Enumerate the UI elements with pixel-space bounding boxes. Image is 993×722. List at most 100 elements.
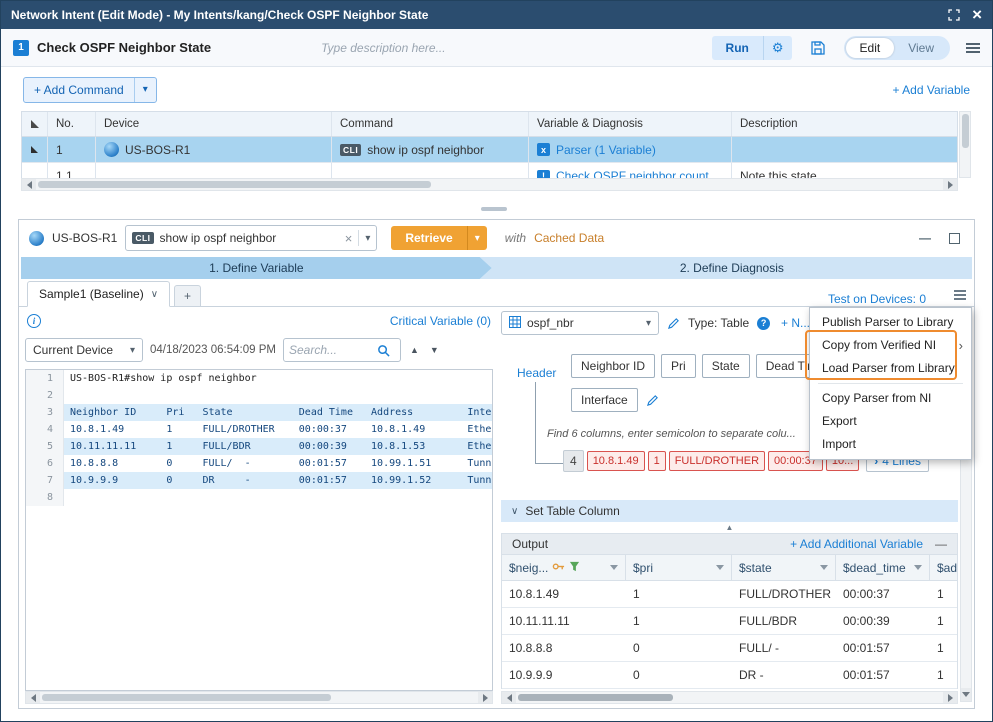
step-define-variable[interactable]: 1. Define Variable — [21, 257, 492, 279]
search-prev-icon[interactable]: ▲ — [408, 343, 421, 357]
scroll-left-icon[interactable] — [502, 692, 516, 703]
column-chevron-icon[interactable] — [820, 565, 828, 570]
keyword-chip[interactable]: Interface — [571, 388, 638, 412]
column-chevron-icon[interactable] — [914, 565, 922, 570]
edit-parser-pencil-icon[interactable] — [667, 317, 680, 330]
retrieve-button[interactable]: Retrieve — [391, 226, 466, 250]
hscroll-thumb[interactable] — [518, 694, 673, 701]
split-handle[interactable] — [481, 207, 507, 211]
output-column-state[interactable]: $state — [732, 555, 836, 580]
column-chevron-icon[interactable] — [610, 565, 618, 570]
matched-value[interactable]: FULL/DROTHER — [669, 451, 765, 471]
menu-item-export[interactable]: Export — [810, 410, 971, 433]
add-command-label: + Add Command — [24, 78, 134, 102]
output-column-pri[interactable]: $pri — [626, 555, 732, 580]
command-row-selected[interactable]: 1 US-BOS-R1 CLI show ip ospf neighbor x … — [22, 136, 957, 162]
command-select[interactable]: CLI show ip ospf neighbor × ▾ — [125, 225, 377, 251]
search-input[interactable] — [289, 343, 377, 357]
output-row[interactable]: 10.8.1.49 1 FULL/DROTHER 00:00:37 1 — [502, 581, 957, 608]
search-next-icon[interactable]: ▼ — [428, 343, 441, 357]
add-command-button[interactable]: + Add Command ▾ — [23, 77, 157, 103]
scroll-right-icon[interactable] — [943, 692, 957, 703]
hscroll-thumb[interactable] — [42, 694, 331, 701]
menu-item-publish-parser-to-library[interactable]: Publish Parser to Library — [810, 311, 971, 334]
column-command[interactable]: Command — [332, 112, 529, 136]
parser-select[interactable]: ospf_nbr ▾ — [501, 311, 659, 335]
command-select-chevron-icon[interactable]: ▾ — [365, 233, 370, 244]
info-icon[interactable]: i — [27, 314, 41, 328]
parser-variable-link[interactable]: Parser (1 Variable) — [556, 143, 656, 157]
column-description[interactable]: Description — [732, 112, 957, 136]
search-icon[interactable] — [377, 344, 390, 357]
clear-command-icon[interactable]: × — [345, 231, 353, 246]
tab-sample1-baseline[interactable]: Sample1 (Baseline) ∨ — [27, 281, 170, 307]
command-table-vscrollbar[interactable] — [959, 111, 971, 178]
more-menu-icon[interactable] — [966, 43, 980, 53]
close-window-icon[interactable]: × — [972, 8, 982, 22]
column-chevron-icon[interactable] — [716, 565, 724, 570]
add-sample-tab-button[interactable]: + — [174, 285, 201, 306]
step-define-diagnosis[interactable]: 2. Define Diagnosis — [480, 257, 972, 279]
device-source-select[interactable]: Current Device ▾ — [25, 338, 143, 362]
keyword-chip[interactable]: State — [702, 354, 750, 378]
add-variable-link[interactable]: + Add Variable — [892, 83, 970, 97]
output-hscrollbar[interactable] — [501, 691, 958, 704]
menu-item-load-parser-from-library[interactable]: Load Parser from Library — [810, 357, 971, 380]
retrieve-chevron-icon[interactable]: ▾ — [467, 226, 487, 250]
keyword-chip[interactable]: Neighbor ID — [571, 354, 655, 378]
menu-item-copy-from-verified-ni[interactable]: Copy from Verified NI › — [810, 334, 971, 357]
save-icon[interactable] — [810, 40, 826, 56]
column-variable-diagnosis[interactable]: Variable & Diagnosis — [529, 112, 732, 136]
scroll-left-icon[interactable] — [22, 179, 36, 190]
tab-menu-icon[interactable] — [954, 290, 966, 300]
row-expander-icon[interactable] — [22, 137, 48, 162]
add-command-chevron-icon[interactable]: ▾ — [134, 78, 156, 102]
set-table-column-section[interactable]: ∨ Set Table Column — [501, 500, 958, 522]
matched-value[interactable]: 1 — [648, 451, 666, 471]
maximize-panel-icon[interactable] — [949, 233, 960, 244]
cached-data-link[interactable]: Cached Data — [534, 231, 604, 245]
run-settings-gear-icon[interactable]: ⚙ — [764, 36, 792, 60]
edit-toggle-button[interactable]: Edit — [846, 38, 895, 58]
wizard-steps: 1. Define Variable 2. Define Diagnosis — [21, 257, 972, 279]
scroll-right-icon[interactable] — [943, 179, 957, 190]
output-column-address[interactable]: $add... — [930, 555, 957, 580]
menu-item-import[interactable]: Import — [810, 433, 971, 456]
run-button[interactable]: Run — [712, 36, 764, 60]
edit-keywords-pencil-icon[interactable] — [646, 394, 659, 407]
expand-window-icon[interactable] — [948, 9, 960, 21]
column-device[interactable]: Device — [96, 112, 332, 136]
diagnosis-row[interactable]: 1.1 ! Check OSPF neighbor count Note thi… — [22, 163, 957, 179]
output-row[interactable]: 10.9.9.9 0 DR - 00:01:57 1 — [502, 662, 957, 689]
filter-funnel-icon[interactable] — [569, 561, 580, 575]
test-on-devices-link[interactable]: Test on Devices: 0 — [828, 292, 926, 306]
help-icon[interactable]: ? — [757, 317, 770, 330]
scroll-left-icon[interactable] — [26, 692, 40, 703]
scroll-down-icon[interactable] — [961, 688, 971, 701]
scroll-right-icon[interactable] — [478, 692, 492, 703]
minimize-output-icon[interactable]: — — [935, 537, 947, 551]
sample-hscrollbar[interactable] — [25, 691, 493, 704]
output-row[interactable]: 10.11.11.11 1 FULL/BDR 00:00:39 1 — [502, 608, 957, 635]
view-toggle-button[interactable]: View — [894, 38, 948, 58]
matched-value[interactable]: 10.8.1.49 — [587, 451, 645, 471]
output-column-dead-time[interactable]: $dead_time — [836, 555, 930, 580]
collapse-output-icon[interactable]: ▲ — [726, 524, 734, 532]
vscroll-thumb[interactable] — [962, 114, 969, 148]
keyword-chip[interactable]: Pri — [661, 354, 696, 378]
expander-column-icon[interactable] — [22, 112, 48, 136]
description-input[interactable] — [321, 41, 611, 55]
menu-item-copy-parser-from-ni[interactable]: Copy Parser from NI — [810, 387, 971, 410]
hscroll-thumb[interactable] — [38, 181, 431, 188]
minimize-panel-icon[interactable]: — — [919, 231, 931, 245]
output-column-neighbor[interactable]: $neig... — [502, 555, 626, 580]
parser-context-menu: Publish Parser to Library Copy from Veri… — [809, 307, 972, 460]
column-no[interactable]: No. — [48, 112, 96, 136]
command-table-hscrollbar[interactable] — [21, 178, 958, 191]
new-parser-link[interactable]: + N... — [781, 316, 810, 330]
critical-variable-link[interactable]: Critical Variable (0) — [390, 314, 491, 328]
sample-output-view[interactable]: 1US-BOS-R1#show ip ospf neighbor 2 3Neig… — [25, 369, 493, 691]
output-row[interactable]: 10.8.8.8 0 FULL/ - 00:01:57 1 — [502, 635, 957, 662]
tab-chevron-icon[interactable]: ∨ — [151, 289, 158, 300]
add-additional-variable-link[interactable]: + Add Additional Variable — [790, 537, 923, 551]
